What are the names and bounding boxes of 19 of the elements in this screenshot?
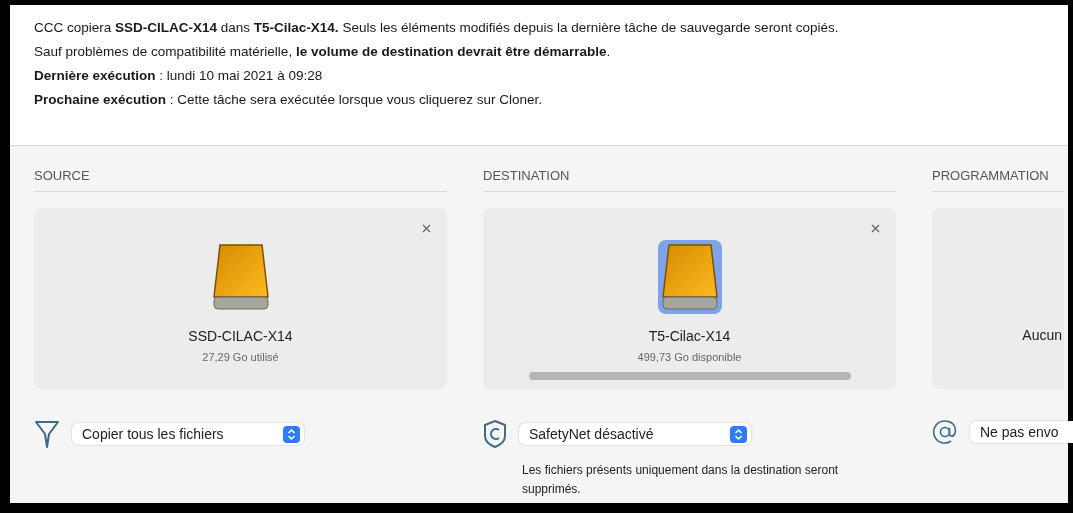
volume-card[interactable]: T5-Cilac-X14 499,73 Go disponible [483, 208, 896, 389]
summary-line: Dernière exécution : lundi 10 mai 2021 à 09:28 [34, 67, 324, 85]
section-heading: SOURCE [34, 168, 90, 183]
popup-menu[interactable]: Ne pas envo [970, 421, 1073, 443]
volume-info: 27,29 Go utilisé [202, 350, 279, 365]
popup-menu[interactable]: Copier tous les fichiers [72, 423, 304, 445]
volume-card[interactable]: SSD-CILAC-X14 27,29 Go utilisé [34, 208, 447, 389]
section-heading: PROGRAMMATION [932, 168, 1049, 183]
summary-line: Prochaine exécution : Cette tâche sera exécutée lorsque vous cliquerez sur Cloner. [34, 91, 543, 109]
volume-name: SSD-CILAC-X14 [188, 327, 293, 346]
volume-info: 499,73 Go disponible [637, 350, 742, 365]
summary-line: CCC copiera SSD-CILAC-X14 dans T5-Cilac-X14. Seuls les éléments modifiés depuis la dernière tâche de sauvegarde seront copiés. [34, 19, 840, 37]
section-heading: DESTINATION [483, 168, 570, 183]
popup-menu[interactable]: SafetyNet désactivé [519, 423, 751, 445]
option-note: Les fichiers présents uniquement dans la destination seront supprimés. [522, 462, 840, 498]
schedule-label: Aucun [1022, 326, 1062, 345]
schedule-card[interactable]: Aucun [932, 208, 1064, 389]
summary-line: Sauf problèmes de compatibilité matérielle, le volume de destination devrait être démarrable. [34, 43, 612, 61]
volume-name: T5-Cilac-X14 [648, 327, 731, 346]
